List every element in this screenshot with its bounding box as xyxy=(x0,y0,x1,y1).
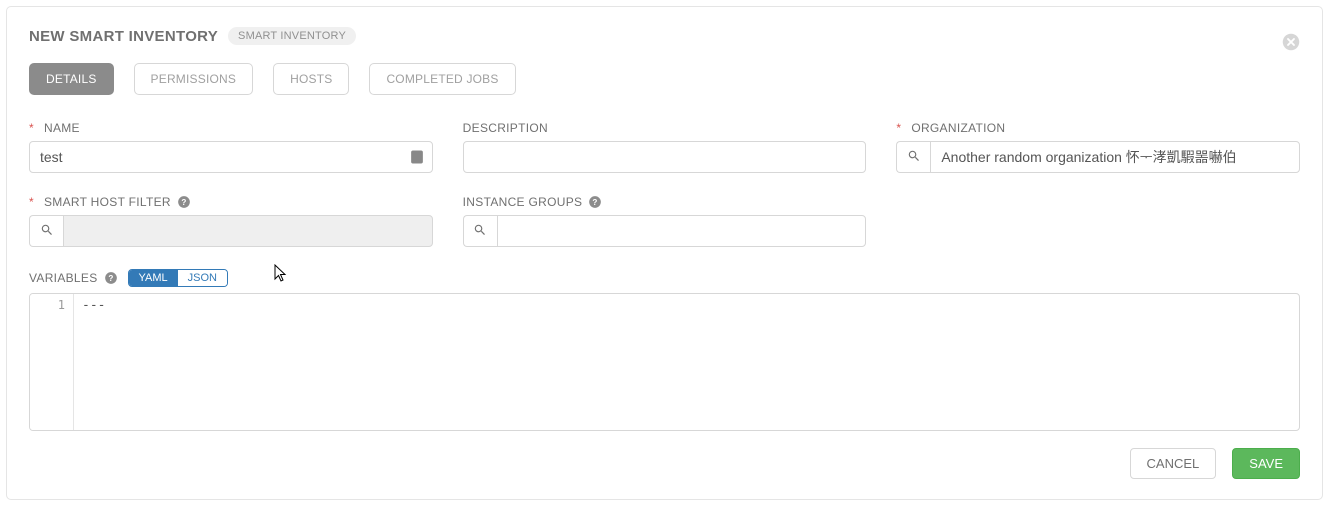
inventory-form-panel: NEW SMART INVENTORY SMART INVENTORY DETA… xyxy=(6,6,1323,500)
editor-content[interactable]: --- xyxy=(74,294,1299,430)
form-footer: CANCEL SAVE xyxy=(1130,448,1300,479)
tab-hosts[interactable]: HOSTS xyxy=(273,63,349,95)
tab-details[interactable]: DETAILS xyxy=(29,63,114,95)
description-field-group: DESCRIPTION xyxy=(463,121,867,173)
required-star: * xyxy=(29,195,34,209)
search-icon xyxy=(473,223,487,240)
smart-host-filter-input[interactable] xyxy=(63,215,433,247)
help-icon[interactable]: ? xyxy=(588,195,602,209)
organization-lookup-button[interactable] xyxy=(896,141,930,173)
close-button[interactable] xyxy=(1282,33,1300,51)
line-number: 1 xyxy=(30,298,65,312)
json-toggle[interactable]: JSON xyxy=(178,270,227,286)
form-row-2: * SMART HOST FILTER ? INSTANCE GROUPS ? xyxy=(29,195,1300,247)
search-icon xyxy=(907,149,921,166)
instance-groups-input[interactable] xyxy=(497,215,867,247)
description-input[interactable] xyxy=(463,141,867,173)
required-star: * xyxy=(29,121,34,135)
close-icon xyxy=(1282,38,1300,54)
help-icon[interactable]: ? xyxy=(177,195,191,209)
name-field-group: *NAME xyxy=(29,121,433,173)
save-button[interactable]: SAVE xyxy=(1232,448,1300,479)
variables-format-toggle: YAML JSON xyxy=(128,269,228,287)
search-icon xyxy=(40,223,54,240)
yaml-toggle[interactable]: YAML xyxy=(129,270,178,286)
variables-label: VARIABLES ? xyxy=(29,271,118,285)
variables-editor[interactable]: 1 --- xyxy=(29,293,1300,431)
organization-field-group: *ORGANIZATION xyxy=(896,121,1300,173)
description-label: DESCRIPTION xyxy=(463,121,867,135)
name-input[interactable] xyxy=(29,141,433,173)
variables-header: VARIABLES ? YAML JSON xyxy=(29,269,1300,287)
page-title: NEW SMART INVENTORY xyxy=(29,28,218,45)
svg-text:?: ? xyxy=(593,198,598,207)
panel-header: NEW SMART INVENTORY SMART INVENTORY xyxy=(29,27,1300,45)
spacer-col xyxy=(896,195,1300,247)
tab-completed-jobs[interactable]: COMPLETED JOBS xyxy=(369,63,515,95)
organization-input[interactable] xyxy=(930,141,1300,173)
smart-host-filter-label: * SMART HOST FILTER ? xyxy=(29,195,433,209)
form-row-1: *NAME DESCRIPTION *ORGANIZATION xyxy=(29,121,1300,173)
required-star: * xyxy=(896,121,901,135)
editor-gutter: 1 xyxy=(30,294,74,430)
smart-host-filter-lookup-button[interactable] xyxy=(29,215,63,247)
cancel-button[interactable]: CANCEL xyxy=(1130,448,1217,479)
tab-permissions[interactable]: PERMISSIONS xyxy=(134,63,254,95)
smart-host-filter-group: * SMART HOST FILTER ? xyxy=(29,195,433,247)
organization-label: *ORGANIZATION xyxy=(896,121,1300,135)
tab-bar: DETAILS PERMISSIONS HOSTS COMPLETED JOBS xyxy=(29,63,1300,95)
svg-text:?: ? xyxy=(181,198,186,207)
name-label: *NAME xyxy=(29,121,433,135)
inventory-type-badge: SMART INVENTORY xyxy=(228,27,356,45)
instance-groups-lookup-button[interactable] xyxy=(463,215,497,247)
svg-text:?: ? xyxy=(108,274,113,283)
help-icon[interactable]: ? xyxy=(104,271,118,285)
instance-groups-label: INSTANCE GROUPS ? xyxy=(463,195,867,209)
instance-groups-group: INSTANCE GROUPS ? xyxy=(463,195,867,247)
